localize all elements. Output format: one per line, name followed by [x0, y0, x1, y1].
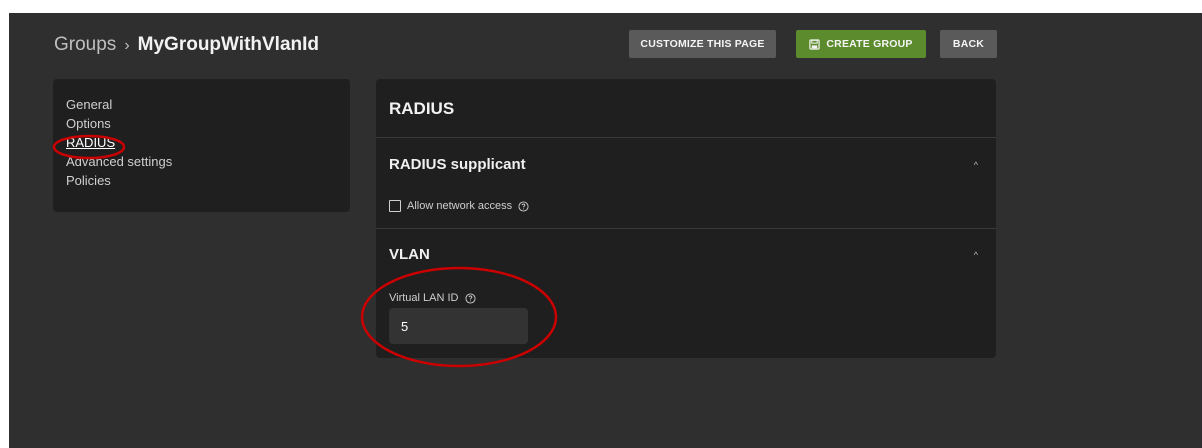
divider: [376, 137, 996, 138]
radius-supplicant-title: RADIUS supplicant: [389, 156, 526, 173]
chevron-up-icon[interactable]: ^: [974, 250, 978, 260]
virtual-lan-id-input[interactable]: 5: [389, 308, 528, 344]
help-circle-icon[interactable]: [518, 200, 529, 212]
app-window: Groups › MyGroupWithVlanId CUSTOMIZE THIS …: [9, 13, 1202, 448]
divider: [376, 228, 996, 229]
nav-item-general[interactable]: General: [66, 96, 112, 114]
breadcrumb-groups-link[interactable]: Groups: [54, 34, 116, 55]
nav-item-policies[interactable]: Policies: [66, 172, 111, 190]
chevron-up-icon[interactable]: ^: [974, 160, 978, 170]
breadcrumb-current-page: MyGroupWithVlanId: [137, 34, 320, 55]
breadcrumb-separator: ›: [124, 37, 130, 54]
radius-panel: RADIUS RADIUS supplicant ^ Allow network…: [376, 79, 996, 358]
help-circle-icon[interactable]: [464, 292, 476, 304]
breadcrumb: Groups › MyGroupWithVlanId: [54, 33, 319, 58]
create-group-button-label: CREATE GROUP: [826, 38, 913, 50]
nav-item-advanced-settings[interactable]: Advanced settings: [66, 153, 172, 171]
back-button[interactable]: BACK: [940, 30, 997, 58]
section-nav-panel: General Options RADIUS Advanced settings…: [53, 79, 350, 212]
customize-page-button-label: CUSTOMIZE THIS PAGE: [640, 38, 765, 50]
create-group-button[interactable]: CREATE GROUP: [796, 30, 926, 58]
top-bar: Groups › MyGroupWithVlanId CUSTOMIZE THIS …: [9, 13, 1202, 73]
virtual-lan-id-label: Virtual LAN ID: [389, 292, 476, 304]
customize-page-button[interactable]: CUSTOMIZE THIS PAGE: [629, 30, 776, 58]
nav-item-radius[interactable]: RADIUS: [66, 134, 115, 152]
save-icon: [809, 38, 821, 50]
nav-item-options[interactable]: Options: [66, 115, 111, 133]
allow-network-access-label: Allow network access: [407, 200, 513, 212]
allow-network-access-row: Allow network access: [389, 200, 529, 212]
allow-network-access-checkbox[interactable]: [389, 200, 401, 212]
virtual-lan-id-label-text: Virtual LAN ID: [389, 292, 459, 304]
back-button-label: BACK: [952, 38, 985, 50]
vlan-section-title: VLAN: [389, 246, 430, 263]
panel-title: RADIUS: [389, 99, 455, 118]
